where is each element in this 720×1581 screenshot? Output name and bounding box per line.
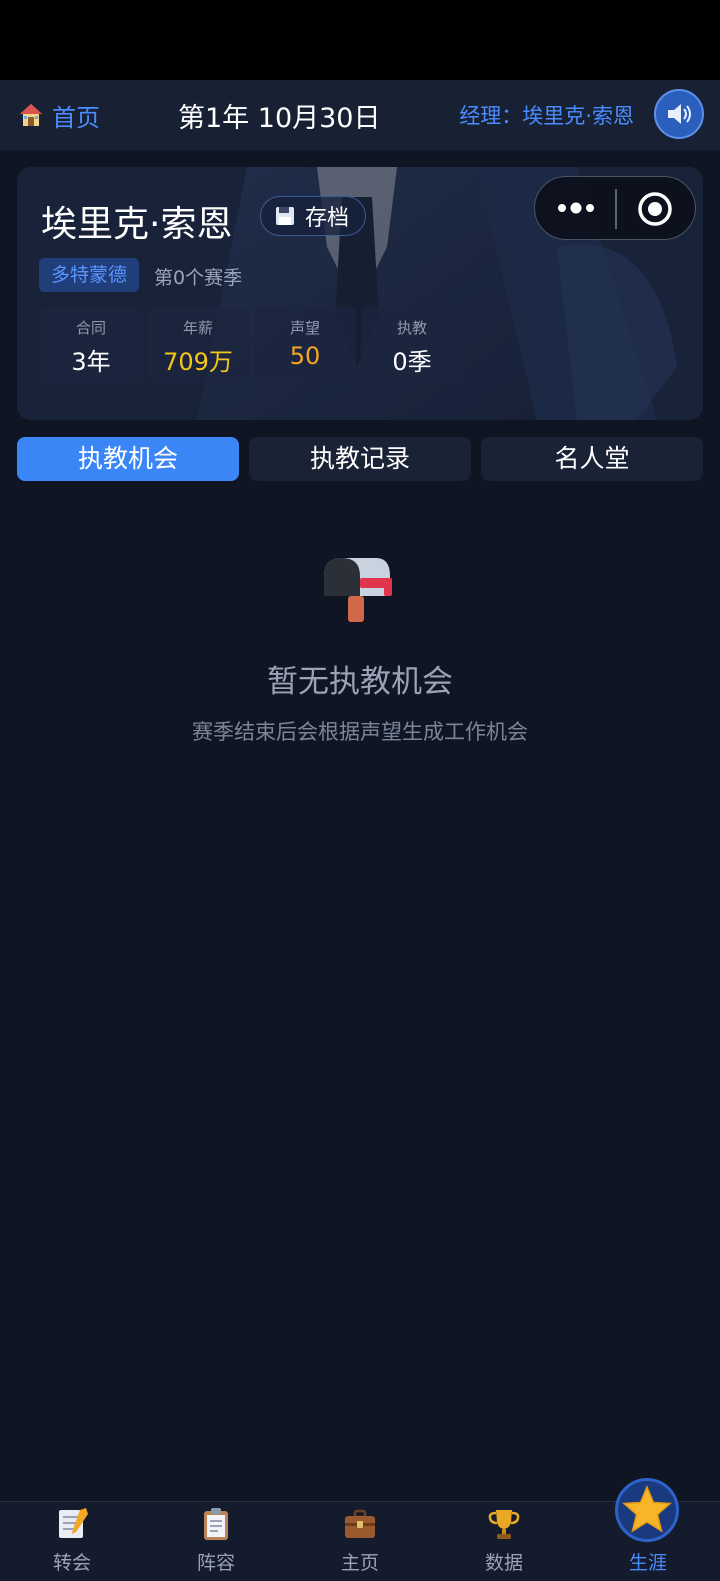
nav-label: 主页 [340, 1552, 379, 1574]
career-star-button[interactable] [615, 1478, 679, 1542]
home-label: 首页 [52, 103, 100, 132]
stat-reputation: 声望 50 [254, 307, 356, 383]
stat-value: 3年 [71, 348, 111, 376]
stat-value: 0季 [392, 348, 432, 376]
manager-name: 埃里克·索恩 [41, 204, 233, 245]
nav-item-home[interactable]: 主页 [288, 1502, 432, 1581]
clipboard-icon [204, 1508, 228, 1540]
stat-value: 50 [289, 342, 321, 370]
nav-label: 转会 [52, 1552, 91, 1574]
star-icon [622, 1485, 672, 1533]
stat-salary: 年薪 709万 [147, 307, 249, 383]
save-label: 存档 [305, 206, 350, 231]
status-bar [0, 0, 720, 80]
stat-label: 年薪 [182, 319, 213, 337]
more-icon[interactable] [557, 195, 595, 221]
nav-label: 生涯 [628, 1552, 667, 1574]
floppy-disk-icon [276, 207, 294, 225]
tab-hall-of-fame[interactable]: 名人堂 [481, 437, 703, 481]
memo-icon [59, 1508, 88, 1538]
nav-item-data[interactable]: 数据 [432, 1502, 576, 1581]
house-icon [20, 104, 42, 126]
top-bar: 首页 第1年 10月30日 经理：埃里克·索恩 [0, 80, 720, 150]
save-button[interactable]: 存档 [260, 196, 367, 236]
mailbox-icon [324, 558, 392, 622]
nav-label: 阵容 [196, 1552, 235, 1574]
home-link[interactable]: 首页 [18, 98, 100, 132]
tab-coaching-opportunities[interactable]: 执教机会 [17, 437, 239, 481]
stat-label: 执教 [396, 319, 427, 337]
nav-item-squad[interactable]: 阵容 [144, 1502, 288, 1581]
empty-state-title: 暂无执教机会 [267, 664, 453, 700]
capsule-divider [615, 189, 617, 229]
stat-label: 声望 [289, 319, 320, 337]
team-badge: 多特蒙德 [39, 258, 140, 292]
nav-item-transfer[interactable]: 转会 [0, 1502, 144, 1581]
stat-label: 合同 [75, 319, 106, 337]
empty-state-subtitle: 赛季结束后会根据声望生成工作机会 [192, 720, 528, 744]
season-text: 第0个赛季 [154, 267, 243, 289]
speaker-icon [668, 104, 691, 124]
manager-label: 经理：埃里克·索恩 [459, 104, 634, 128]
close-target-icon[interactable] [637, 191, 673, 227]
bottom-nav: 转会 阵容 主页 数据 生涯 [0, 1501, 720, 1581]
game-date: 第1年 10月30日 [178, 103, 381, 134]
stat-contract: 合同 3年 [40, 307, 142, 383]
stat-value: 709万 [163, 348, 233, 376]
trophy-icon [488, 1510, 520, 1539]
stat-coaching: 执教 0季 [361, 307, 463, 383]
miniprogram-capsule [534, 176, 696, 240]
briefcase-icon [345, 1509, 375, 1538]
sound-button[interactable] [654, 89, 704, 139]
nav-label: 数据 [484, 1552, 523, 1574]
tab-coaching-records[interactable]: 执教记录 [249, 437, 471, 481]
